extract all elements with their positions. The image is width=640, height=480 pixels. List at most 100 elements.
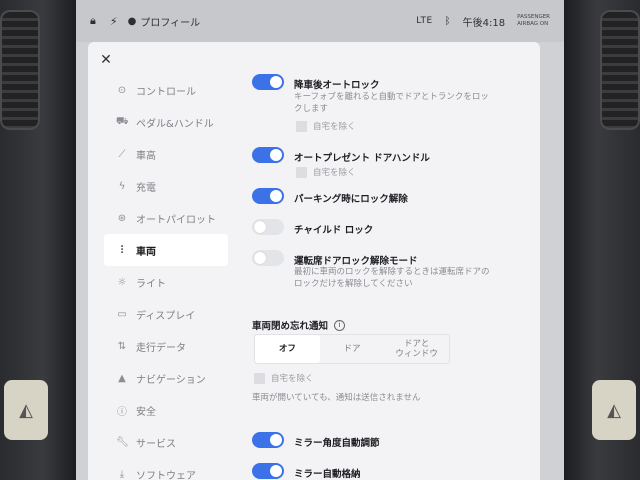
hazard-button-left[interactable]: ◭ xyxy=(4,380,48,440)
wrench-icon: ⟋ xyxy=(118,148,126,160)
unlock-on-park-title: パーキング時にロック解除 xyxy=(294,194,408,205)
child-lock-title: チャイルド ロック xyxy=(294,225,374,236)
checkbox-label: 自宅を除く xyxy=(271,374,314,384)
toggle-knob xyxy=(254,252,266,264)
toggle-icon: ⊙ xyxy=(117,84,127,96)
unlocked-notification-selector: オフ ドア ドアと ウィンドウ xyxy=(254,334,450,364)
trip-icon: ⇅ xyxy=(117,340,127,352)
wrench-icon: 🔧︎ xyxy=(116,436,129,448)
bolt-icon[interactable]: ⚡︎ xyxy=(110,15,118,28)
auto-present-handles-title: オートプレゼント ドアハンドル xyxy=(294,153,430,164)
interior-right: ◭ xyxy=(562,0,640,480)
sidebar-item-label: コントロール xyxy=(136,86,196,98)
mirror-tilt-title: ミラー角度自動調節 xyxy=(294,438,380,449)
sidebar-item-vehicle[interactable]: ⫶ 車両 xyxy=(104,234,228,266)
toggle-knob xyxy=(254,221,266,233)
sidebar-item-label: 充電 xyxy=(136,182,156,194)
sidebar-item-software[interactable]: ⤓ ソフトウェア xyxy=(104,458,228,480)
checkbox[interactable] xyxy=(296,166,307,178)
mirror-fold-toggle[interactable] xyxy=(252,463,284,479)
touchscreen: 🔒︎ ⚡︎ ● プロフィール LTE ᛒ 午後4:18 PASSENGER AI… xyxy=(76,0,564,480)
checkbox[interactable] xyxy=(254,372,265,384)
walk-away-lock-exclude-home[interactable]: 自宅を除く xyxy=(296,120,356,132)
sidebar-item-label: ソフトウェア xyxy=(136,470,196,480)
toggle-knob xyxy=(270,434,282,446)
car-icon: ⛟ xyxy=(116,115,129,127)
sidebar-item-trips[interactable]: ⇅ 走行データ xyxy=(104,330,228,362)
notification-note: 車両が開いていても、通知は送信されません xyxy=(252,393,421,403)
airbag-line2: AIRBAG ON xyxy=(517,21,549,27)
sidebar-item-lights[interactable]: ☼ ライト xyxy=(104,266,228,298)
checkbox[interactable] xyxy=(296,120,307,132)
profile-label: プロフィール xyxy=(140,17,201,29)
sliders-icon: ⫶ xyxy=(120,244,124,256)
airbag-status: PASSENGER AIRBAG ON xyxy=(517,14,550,28)
auto-present-handles-toggle[interactable] xyxy=(252,147,284,163)
toggle-knob xyxy=(270,149,282,161)
close-icon[interactable]: ✕ xyxy=(98,52,114,68)
info-circle-icon: ⓘ xyxy=(117,406,127,418)
bolt-icon: ϟ xyxy=(118,180,126,192)
air-vent-left xyxy=(0,10,40,130)
mirror-tilt-toggle[interactable] xyxy=(252,432,284,448)
clock: 午後4:18 xyxy=(462,17,506,29)
driver-door-unlock-title: 運転席ドアロック解除モード xyxy=(294,256,418,267)
network-indicator: LTE xyxy=(416,16,433,26)
navigation-icon: ▲ xyxy=(118,372,126,384)
sidebar-item-label: 車高 xyxy=(136,150,156,162)
sidebar-item-suspension[interactable]: ⟋ 車高 xyxy=(104,138,228,170)
settings-panel: ✕ ⊙ コントロール ⛟ ペダル&ハンドル ⟋ 車高 ϟ 充電 ⊛ オートパイロット ⫶ 車… xyxy=(88,42,540,480)
toggle-knob xyxy=(270,190,282,202)
hazard-button-right[interactable]: ◭ xyxy=(592,380,636,440)
mirror-fold-title: ミラー自動格納 xyxy=(294,469,361,480)
settings-sidebar: ⊙ コントロール ⛟ ペダル&ハンドル ⟋ 車高 ϟ 充電 ⊛ オートパイロット ⫶ 車両 … xyxy=(104,74,228,480)
sidebar-item-controls[interactable]: ⊙ コントロール xyxy=(104,74,228,106)
air-vent-right xyxy=(600,10,640,130)
sun-icon: ☼ xyxy=(117,276,127,288)
settings-content: 降車後オートロック キーフォブを離れると自動でドアとトランクをロックします 自宅… xyxy=(252,42,532,480)
download-icon: ⤓ xyxy=(119,468,125,480)
toggle-knob xyxy=(270,76,282,88)
sidebar-item-label: オートパイロット xyxy=(136,214,216,226)
sidebar-item-label: 走行データ xyxy=(136,342,186,354)
sidebar-item-label: ペダル&ハンドル xyxy=(136,118,214,130)
driver-door-unlock-desc: 最初に車両のロックを解除するときは運転席ドアのロックだけを解除してください xyxy=(294,267,490,289)
display-icon: ▭ xyxy=(117,308,127,320)
person-icon: ● xyxy=(127,15,137,27)
walk-away-lock-toggle[interactable] xyxy=(252,74,284,90)
sidebar-item-safety[interactable]: ⓘ 安全 xyxy=(104,394,228,426)
walk-away-lock-desc: キーフォブを離れると自動でドアとトランクをロックします xyxy=(294,92,489,114)
sidebar-item-display[interactable]: ▭ ディスプレイ xyxy=(104,298,228,330)
lock-icon[interactable]: 🔒︎ xyxy=(90,14,96,28)
steering-wheel-icon: ⊛ xyxy=(117,212,127,224)
sidebar-item-navigation[interactable]: ▲ ナビゲーション xyxy=(104,362,228,394)
auto-present-handles-exclude-home[interactable]: 自宅を除く xyxy=(296,166,356,178)
sidebar-item-label: 車両 xyxy=(136,246,156,258)
sidebar-item-pedals[interactable]: ⛟ ペダル&ハンドル xyxy=(104,106,228,138)
driver-door-unlock-toggle[interactable] xyxy=(252,250,284,266)
checkbox-label: 自宅を除く xyxy=(313,122,356,132)
notification-exclude-home[interactable]: 自宅を除く xyxy=(254,372,314,384)
bluetooth-icon[interactable]: ᛒ xyxy=(445,16,451,27)
sidebar-item-charging[interactable]: ϟ 充電 xyxy=(104,170,228,202)
walk-away-lock-title: 降車後オートロック xyxy=(294,80,380,91)
segment-doors[interactable]: ドア xyxy=(320,335,385,363)
sidebar-item-service[interactable]: 🔧︎ サービス xyxy=(104,426,228,458)
sidebar-item-label: ライト xyxy=(136,278,166,290)
sidebar-item-label: ディスプレイ xyxy=(136,310,196,322)
interior-left: ◭ xyxy=(0,0,78,480)
sidebar-item-autopilot[interactable]: ⊛ オートパイロット xyxy=(104,202,228,234)
airbag-line1: PASSENGER xyxy=(517,14,550,20)
section-title-text: 車両閉め忘れ通知 xyxy=(252,321,329,332)
status-bar: 🔒︎ ⚡︎ ● プロフィール LTE ᛒ 午後4:18 PASSENGER AI… xyxy=(76,0,564,42)
segment-doors-windows[interactable]: ドアと ウィンドウ xyxy=(384,335,449,363)
sidebar-item-label: 安全 xyxy=(136,406,156,418)
unlock-on-park-toggle[interactable] xyxy=(252,188,284,204)
info-icon[interactable]: i xyxy=(334,319,346,331)
segment-off[interactable]: オフ xyxy=(255,335,320,363)
toggle-knob xyxy=(270,465,282,477)
sidebar-item-label: サービス xyxy=(136,438,176,450)
child-lock-toggle[interactable] xyxy=(252,219,284,235)
profile-button[interactable]: ● プロフィール xyxy=(128,14,201,29)
unlocked-notification-title: 車両閉め忘れ通知 i xyxy=(252,318,346,332)
